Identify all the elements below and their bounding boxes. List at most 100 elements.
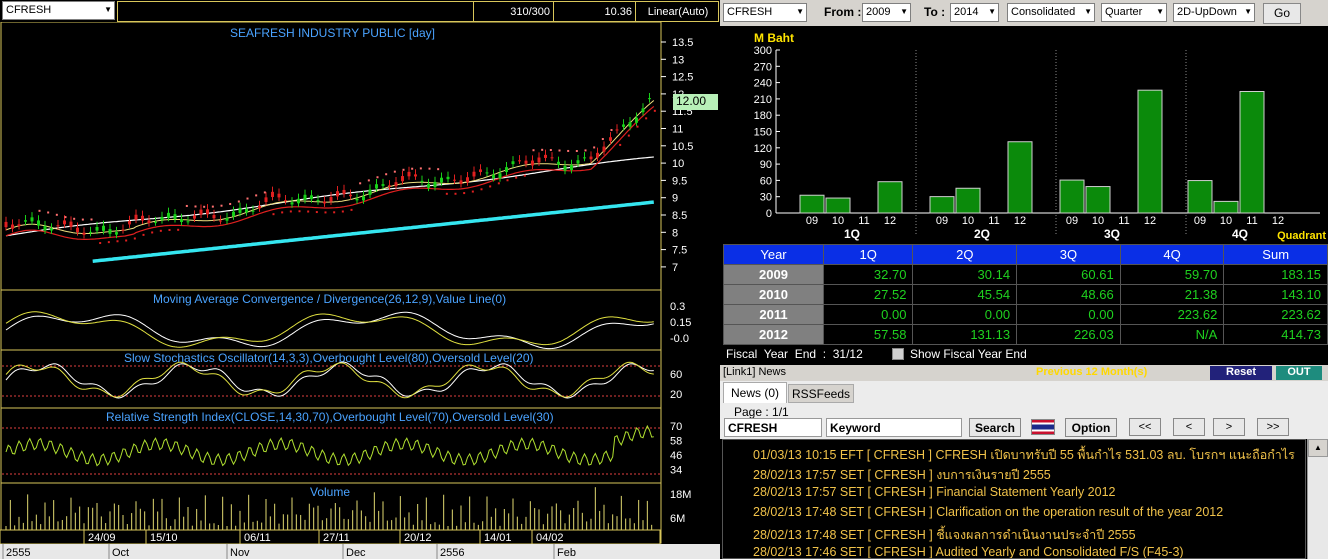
ma-long-line: [92, 200, 654, 263]
prev-page-button[interactable]: <: [1173, 418, 1205, 436]
price-chart[interactable]: 13.51312.51211.51110.5109.598.587.570.30…: [0, 22, 720, 559]
ma-red-line: [5, 105, 655, 240]
sar-dot: [437, 168, 440, 171]
candle-body: [206, 209, 209, 215]
candle-body: [628, 122, 632, 127]
news-item[interactable]: 28/02/13 17:57 SET [ CFRESH ] งบการเงินร…: [753, 465, 1051, 485]
last-page-button[interactable]: >>: [1257, 418, 1289, 436]
symbol-combo[interactable]: CFRESH ▼: [723, 3, 807, 22]
sar-dot: [159, 229, 162, 232]
to-combo[interactable]: 2014 ▼: [950, 3, 999, 22]
news-scrollbar[interactable]: ▲: [1307, 439, 1328, 559]
candle-body: [609, 137, 612, 141]
candle-body: [563, 165, 567, 171]
chevron-down-icon[interactable]: ▼: [104, 5, 112, 14]
sar-dot: [229, 202, 232, 205]
candle-body: [147, 220, 151, 224]
x-tick-label: 12: [1144, 215, 1156, 227]
sar-dot: [445, 192, 448, 195]
candle-body: [505, 167, 508, 172]
x-tick-label: 10: [832, 215, 844, 227]
candle-body: [544, 154, 547, 158]
candle-body: [466, 177, 469, 183]
news-keyword-input[interactable]: Keyword: [826, 418, 962, 437]
reset-button[interactable]: Reset: [1210, 366, 1272, 380]
scale-mode[interactable]: Linear(Auto): [638, 6, 718, 18]
next-page-button[interactable]: >: [1213, 418, 1245, 436]
value-cell: 27.52: [822, 284, 914, 305]
sar-dot: [324, 211, 327, 214]
col-header: 2Q: [912, 244, 1018, 265]
x-tick-label: 10: [962, 215, 974, 227]
candle-body: [440, 177, 443, 183]
value-cell: 414.73: [1223, 324, 1328, 345]
option-button[interactable]: Option: [1065, 418, 1117, 437]
search-button[interactable]: Search: [969, 418, 1021, 437]
sar-dot: [64, 216, 67, 219]
bar: [825, 197, 851, 214]
go-button[interactable]: Go: [1263, 3, 1301, 24]
chevron-down-icon[interactable]: ▼: [988, 7, 996, 16]
candle-body: [310, 195, 313, 200]
candle-body: [433, 181, 437, 188]
price-axis-label: 11: [672, 124, 683, 136]
period-combo[interactable]: Quarter ▼: [1101, 3, 1167, 22]
sar-dot: [341, 210, 344, 213]
news-item[interactable]: 28/02/13 17:48 SET [ CFRESH ] ชี้แจงผลกา…: [753, 525, 1136, 545]
chevron-down-icon[interactable]: ▼: [1244, 7, 1252, 16]
from-combo[interactable]: 2009 ▼: [862, 3, 911, 22]
sar-dot: [289, 210, 292, 213]
bar: [877, 181, 903, 214]
candle-body: [303, 194, 307, 200]
tab-news[interactable]: News (0): [723, 382, 787, 403]
y-tick-label: 300: [754, 45, 772, 57]
candle-body: [271, 191, 274, 197]
value-cell: 0.00: [822, 304, 914, 325]
chevron-down-icon[interactable]: ▼: [1084, 7, 1092, 16]
news-item[interactable]: 28/02/13 17:48 SET [ CFRESH ] Clarificat…: [753, 505, 1223, 519]
candle-body: [199, 209, 203, 215]
sar-dot: [558, 149, 561, 152]
chevron-down-icon[interactable]: ▼: [1156, 7, 1164, 16]
first-page-button[interactable]: <<: [1129, 418, 1161, 436]
mode-combo[interactable]: Consolidated ▼: [1007, 3, 1095, 22]
sar-dot: [211, 205, 214, 208]
candle-body: [557, 161, 560, 165]
chart-type-combo[interactable]: 2D-UpDown ▼: [1173, 3, 1255, 22]
news-item[interactable]: 28/02/13 17:46 SET [ CFRESH ] Audited Ye…: [753, 545, 1184, 558]
sar-dot: [489, 185, 492, 188]
fiscal-checkbox[interactable]: [892, 348, 904, 360]
sar-dot: [333, 211, 336, 214]
candle-body: [128, 220, 131, 225]
year-cell: 2010: [723, 284, 824, 305]
scroll-up-icon[interactable]: ▲: [1308, 439, 1328, 457]
candle-body: [297, 198, 300, 204]
date-tick: 04/02: [536, 532, 564, 544]
stoch-axis-label: 20: [670, 389, 682, 401]
candle-body: [394, 182, 398, 187]
symbol-combo-left[interactable]: CFRESH ▼: [2, 1, 115, 20]
table-row: 2010 27.52 45.54 48.66 21.38 143.10: [723, 284, 1328, 305]
news-symbol-input[interactable]: CFRESH: [724, 418, 822, 437]
candle-body: [76, 227, 79, 233]
candle-body: [212, 214, 216, 219]
out-button[interactable]: OUT: [1276, 366, 1322, 380]
chevron-down-icon[interactable]: ▼: [796, 7, 804, 16]
sar-dot: [142, 233, 145, 236]
value-cell: 21.38: [1119, 284, 1225, 305]
month-tick: Nov: [230, 547, 250, 559]
candle-body: [524, 160, 528, 164]
sar-dot: [497, 182, 500, 185]
news-item[interactable]: 28/02/13 17:57 SET [ CFRESH ] Financial …: [753, 485, 1115, 499]
news-item[interactable]: 01/03/13 10:15 EFT [ CFRESH ] CFRESH เปิ…: [753, 445, 1295, 465]
bar: [929, 196, 955, 214]
thai-flag-icon[interactable]: [1031, 419, 1055, 435]
sar-dot: [636, 125, 639, 128]
chevron-down-icon[interactable]: ▼: [900, 7, 908, 16]
tab-rssfeeds[interactable]: RSSFeeds: [788, 384, 854, 403]
candle-body: [102, 225, 105, 231]
x-tick-label: 09: [936, 215, 948, 227]
sar-dot: [298, 210, 301, 213]
sar-dot: [237, 200, 240, 203]
candle-body: [537, 157, 541, 163]
